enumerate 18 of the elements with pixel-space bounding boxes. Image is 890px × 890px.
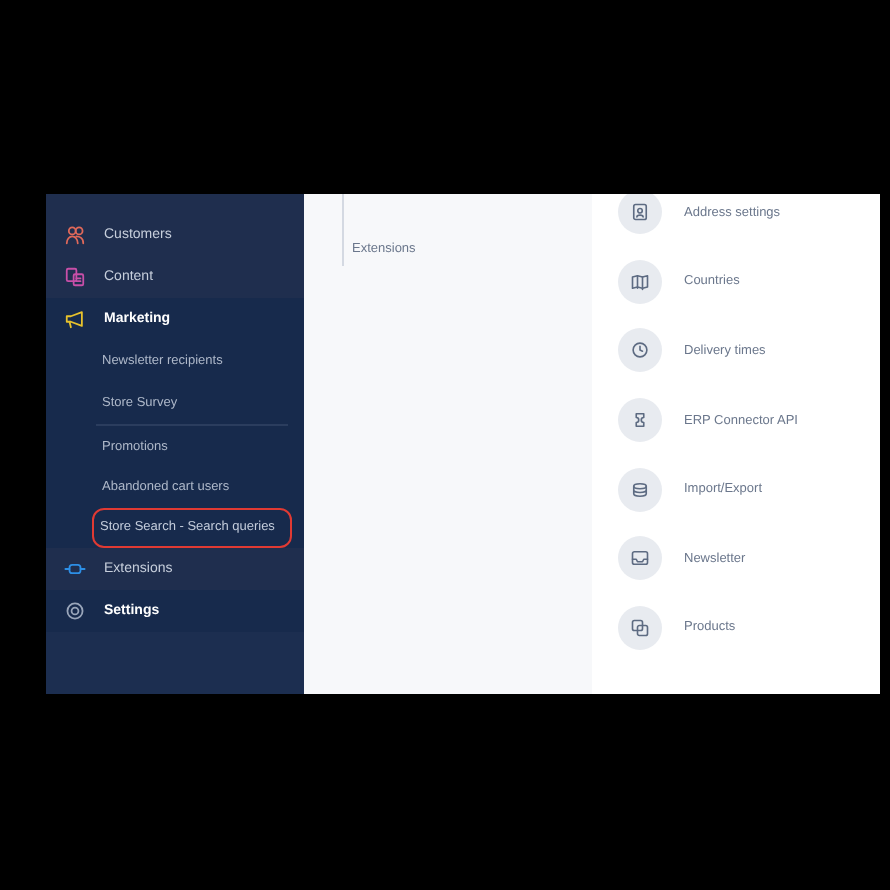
icon-circle[interactable] (618, 194, 662, 235)
contact-card-icon (630, 202, 650, 223)
icon-circle[interactable] (618, 467, 662, 512)
plug-icon (64, 558, 86, 580)
copy-icon (630, 617, 650, 638)
icon-circle[interactable] (618, 259, 662, 304)
map-icon (630, 271, 650, 292)
gear-icon (64, 600, 86, 622)
inbox-icon (630, 548, 650, 569)
database-icon (630, 479, 650, 500)
icon-circle[interactable] (618, 536, 662, 581)
document-stack-icon (64, 266, 86, 288)
megaphone-icon (64, 308, 86, 330)
people-icon (64, 224, 86, 246)
icon-circle[interactable] (618, 605, 662, 650)
clock-icon (630, 340, 650, 361)
icon-circle[interactable] (618, 398, 662, 443)
icon-circle[interactable] (618, 328, 662, 373)
